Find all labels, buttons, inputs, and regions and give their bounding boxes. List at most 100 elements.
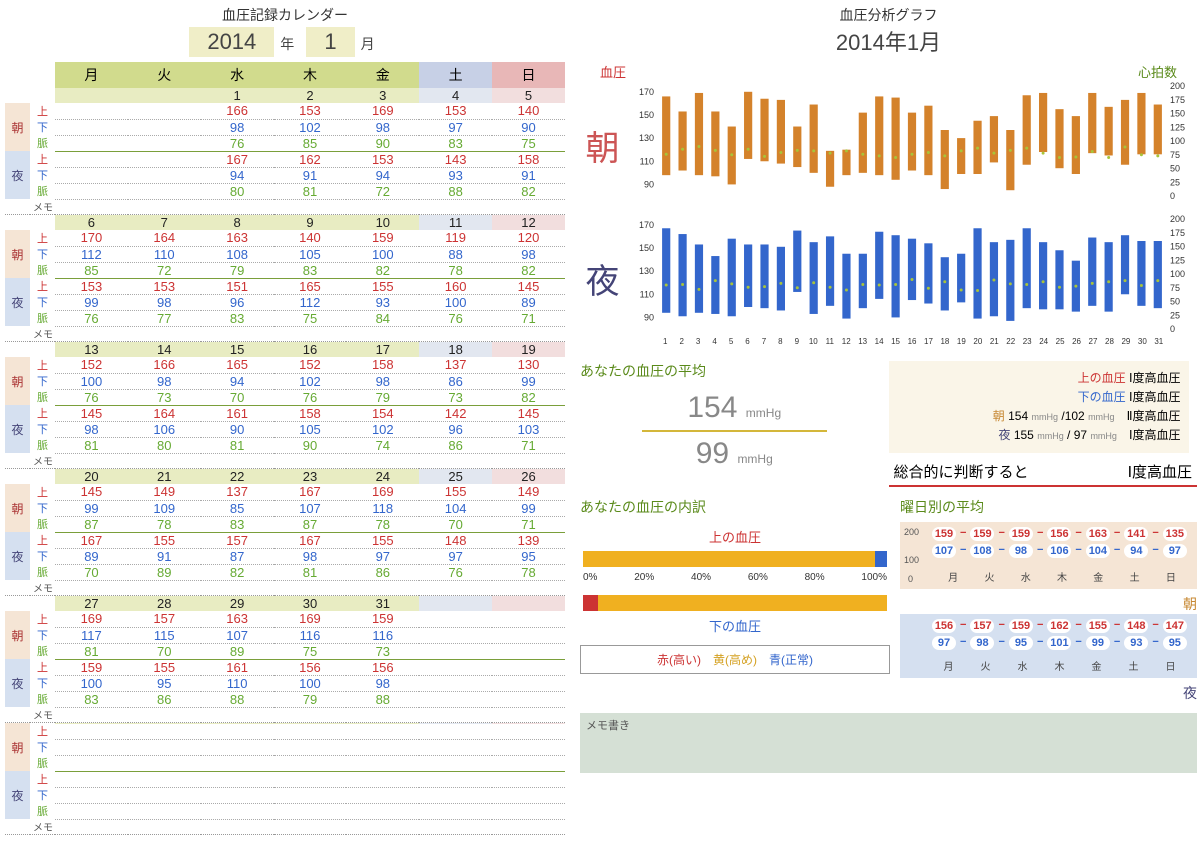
value-cell: 159 [346, 230, 419, 246]
value-cell: 81 [201, 437, 274, 453]
memo-cell[interactable] [128, 707, 201, 723]
metric-label-sys: 上 [30, 611, 55, 627]
memo-cell[interactable] [346, 819, 419, 835]
memo-cell[interactable] [419, 326, 492, 342]
memo-cell[interactable] [55, 819, 128, 835]
value-cell [419, 771, 492, 787]
period-label-night: 夜 [5, 151, 30, 199]
dia-stacked-bar [583, 595, 887, 611]
memo-cell[interactable] [274, 326, 347, 342]
avg-diastolic: 99 mmHg [580, 437, 889, 471]
value-cell [492, 691, 565, 707]
dow-value: 157 [970, 619, 994, 633]
value-cell: 100 [419, 294, 492, 310]
month-value[interactable]: 1 [306, 27, 354, 57]
memo-cell[interactable] [128, 819, 201, 835]
memo-cell[interactable] [201, 819, 274, 835]
value-cell: 115 [128, 627, 201, 643]
memo-cell[interactable] [201, 707, 274, 723]
memo-cell[interactable] [419, 453, 492, 469]
date-cell: 3 [346, 88, 419, 103]
value-cell: 106 [128, 421, 201, 437]
memo-cell[interactable] [346, 199, 419, 215]
memo-cell[interactable] [55, 199, 128, 215]
memo-cell[interactable] [55, 707, 128, 723]
value-cell: 90 [346, 135, 419, 151]
value-cell: 140 [492, 103, 565, 119]
value-cell: 78 [419, 262, 492, 278]
morning-period-label: 朝 [580, 81, 625, 170]
value-cell: 155 [346, 532, 419, 548]
memo-cell[interactable] [201, 199, 274, 215]
memo-cell[interactable] [201, 326, 274, 342]
dow-value: 95 [1009, 636, 1033, 650]
value-cell: 107 [201, 627, 274, 643]
avg-systolic: 154 mmHg [580, 391, 889, 425]
value-cell: 108 [201, 246, 274, 262]
memo-cell[interactable] [128, 199, 201, 215]
memo-cell[interactable] [55, 580, 128, 596]
memo-cell[interactable] [419, 580, 492, 596]
memo-cell[interactable] [128, 453, 201, 469]
metric-label-dia: 下 [30, 675, 55, 691]
memo-cell[interactable] [346, 580, 419, 596]
svg-text:200: 200 [1170, 81, 1185, 91]
value-cell: 98 [346, 373, 419, 389]
memo-cell[interactable] [274, 453, 347, 469]
night-bp-chart: 170150130110902001751501251007550250 [625, 214, 1197, 334]
date-cell: 10 [346, 215, 419, 231]
dow-title: 曜日別の平均 [900, 497, 1197, 517]
memo-cell[interactable] [492, 453, 565, 469]
memo-cell[interactable] [55, 453, 128, 469]
value-cell: 71 [492, 516, 565, 532]
memo-cell[interactable] [492, 199, 565, 215]
memo-cell[interactable] [492, 326, 565, 342]
svg-text:50: 50 [1170, 297, 1180, 307]
svg-text:175: 175 [1170, 228, 1185, 238]
value-cell: 130 [492, 357, 565, 373]
value-cell: 139 [492, 532, 565, 548]
value-cell: 102 [274, 373, 347, 389]
memo-cell[interactable] [201, 580, 274, 596]
svg-text:125: 125 [1170, 122, 1185, 132]
memo-cell[interactable] [419, 707, 492, 723]
memo-cell[interactable] [346, 453, 419, 469]
memo-cell[interactable] [346, 707, 419, 723]
value-cell [492, 627, 565, 643]
memo-section[interactable]: メモ書き [580, 713, 1197, 773]
memo-cell[interactable] [128, 580, 201, 596]
svg-text:200: 200 [1170, 214, 1185, 224]
value-cell: 156 [346, 659, 419, 675]
memo-cell[interactable] [274, 707, 347, 723]
memo-cell[interactable] [274, 580, 347, 596]
value-cell: 145 [492, 405, 565, 421]
value-cell: 151 [201, 278, 274, 294]
memo-cell[interactable] [55, 326, 128, 342]
memo-cell[interactable] [492, 819, 565, 835]
memo-cell[interactable] [419, 199, 492, 215]
dow-value: 97 [932, 636, 956, 650]
memo-cell[interactable] [201, 453, 274, 469]
value-cell [201, 771, 274, 787]
dow-night-panel: 156−157−159−162−155−148−147 97−98−95−101… [900, 614, 1197, 678]
value-cell: 89 [201, 643, 274, 659]
memo-cell[interactable] [274, 199, 347, 215]
memo-cell[interactable] [128, 326, 201, 342]
value-cell [419, 803, 492, 819]
memo-cell[interactable] [419, 819, 492, 835]
header-day-5: 土 [419, 62, 492, 88]
period-label-night: 夜 [5, 278, 30, 326]
value-cell [419, 659, 492, 675]
value-cell: 76 [419, 310, 492, 326]
value-cell: 85 [55, 262, 128, 278]
dia-yellow-seg [598, 595, 887, 611]
value-cell: 83 [419, 135, 492, 151]
memo-cell[interactable] [492, 580, 565, 596]
memo-cell[interactable] [346, 326, 419, 342]
year-value[interactable]: 2014 [189, 27, 274, 57]
header-day-6: 日 [492, 62, 565, 88]
period-label-morning: 朝 [5, 484, 30, 532]
value-cell [55, 739, 128, 755]
memo-cell[interactable] [274, 819, 347, 835]
memo-cell[interactable] [492, 707, 565, 723]
